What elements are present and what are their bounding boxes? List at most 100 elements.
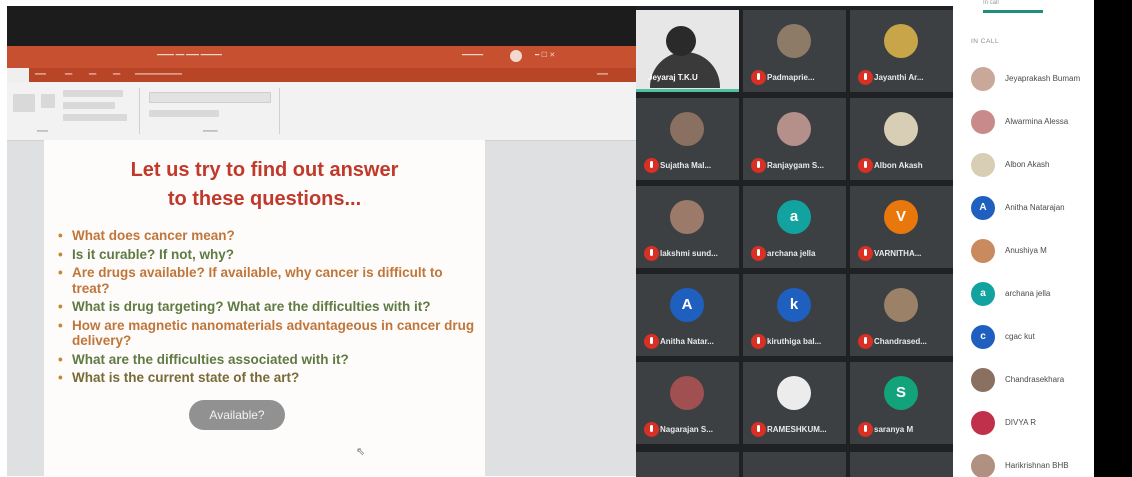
- ribbon-option[interactable]: [63, 102, 115, 109]
- participant-tile-partial[interactable]: [850, 452, 953, 477]
- avatar: [777, 112, 811, 146]
- people-list-item[interactable]: Anushiya M: [971, 236, 1094, 266]
- person-name: Harikrishnan BHB: [1005, 461, 1069, 470]
- people-list-item[interactable]: A Anitha Natarajan: [971, 193, 1094, 223]
- avatar: a: [777, 200, 811, 234]
- ribbon-option[interactable]: [63, 114, 127, 121]
- caption-tooltip: Available?: [189, 400, 285, 430]
- ribbon-separator: [279, 88, 280, 134]
- avatar: [971, 368, 995, 392]
- people-list-item[interactable]: a archana jella: [971, 279, 1094, 309]
- ribbon-checkbox[interactable]: [149, 110, 219, 117]
- ribbon-tab[interactable]: ━━: [89, 71, 96, 78]
- participant-tile[interactable]: Albon Akash: [850, 98, 953, 180]
- presenter-top-bar: [7, 6, 636, 46]
- participant-name: Albon Akash: [874, 161, 923, 170]
- mic-off-icon: [751, 70, 766, 85]
- people-list-item[interactable]: c cgac kut: [971, 322, 1094, 352]
- person-name: Chandrasekhara: [1005, 375, 1065, 384]
- mic-off-icon: [644, 334, 659, 349]
- bullet-item: • What is drug targeting? What are the di…: [58, 299, 476, 315]
- video-feed: [650, 52, 720, 88]
- avatar: V: [884, 200, 918, 234]
- in-call-section-label: IN CALL: [971, 38, 1000, 45]
- ribbon-tabs: ━━━ ━━ ━━ ━━ ━━━━━━━━━━━━━ ━━━: [7, 68, 636, 82]
- people-tab[interactable]: In call: [983, 0, 1043, 13]
- people-list-item[interactable]: Albon Akash: [971, 150, 1094, 180]
- person-name: Alwarmina Alessa: [1005, 117, 1069, 126]
- ribbon-button[interactable]: [13, 94, 35, 112]
- bullet-marker: •: [58, 317, 63, 333]
- participant-name: saranya M: [874, 425, 914, 434]
- window-controls-icon[interactable]: ━ ☐ ✕: [535, 51, 555, 59]
- participant-tile[interactable]: A Anitha Natar...: [636, 274, 739, 356]
- bullet-item: • What is the current state of the art?: [58, 370, 476, 386]
- bullet-item: • How are magnetic nanomaterials advantag…: [58, 318, 476, 349]
- participant-tile[interactable]: Padmaprie...: [743, 10, 846, 92]
- participant-name: Ranjaygam S...: [767, 161, 824, 170]
- bullet-item: • Is it curable? If not, why?: [58, 247, 476, 263]
- ribbon-tab[interactable]: ━━: [113, 71, 120, 78]
- person-name: Anitha Natarajan: [1005, 203, 1065, 212]
- bullet-marker: •: [58, 246, 63, 262]
- profile-icon[interactable]: [510, 50, 522, 62]
- avatar: A: [670, 288, 704, 322]
- people-list-item[interactable]: Harikrishnan BHB: [971, 451, 1094, 477]
- participant-tile-partial[interactable]: [636, 452, 739, 477]
- ribbon-button[interactable]: [41, 94, 55, 108]
- mic-off-icon: [858, 334, 873, 349]
- video-feed-face: [666, 26, 696, 56]
- participant-tile-self[interactable]: Jeyaraj T.K.U: [636, 10, 739, 92]
- avatar: k: [777, 288, 811, 322]
- participant-tile[interactable]: Sujatha Mal...: [636, 98, 739, 180]
- participant-tile[interactable]: a archana jella: [743, 186, 846, 268]
- participant-name: Padmaprie...: [767, 73, 815, 82]
- participant-tile[interactable]: k kiruthiga bal...: [743, 274, 846, 356]
- mic-off-icon: [858, 70, 873, 85]
- people-list-item[interactable]: Chandrasekhara: [971, 365, 1094, 395]
- avatar: S: [884, 376, 918, 410]
- avatar: c: [971, 325, 995, 349]
- participant-name: archana jella: [767, 249, 816, 258]
- people-list-item[interactable]: Jeyaprakash Bumam: [971, 64, 1094, 94]
- slide-title-line: Let us try to find out answer: [130, 159, 399, 181]
- person-name: Albon Akash: [1005, 160, 1050, 169]
- participant-tile[interactable]: Ranjaygam S...: [743, 98, 846, 180]
- ribbon-tab[interactable]: ━━━: [35, 71, 46, 78]
- people-list-item[interactable]: DIVYA R: [971, 408, 1094, 438]
- bullet-marker: •: [58, 299, 63, 314]
- participant-tile-partial[interactable]: [743, 452, 846, 477]
- account-blur: ━━━━━: [462, 52, 484, 59]
- participant-tile[interactable]: Jayanthi Ar...: [850, 10, 953, 92]
- participant-tile[interactable]: V VARNITHA...: [850, 186, 953, 268]
- avatar: [884, 288, 918, 322]
- bullet-text: What is drug targeting? What are the dif…: [72, 299, 431, 314]
- ribbon-tab-active[interactable]: [7, 68, 29, 82]
- meeting-window: ━━━━ ━━ ━━━ ━━━━━ ━━━━━ ━ ☐ ✕ ━━━ ━━ ━━ …: [0, 0, 1132, 477]
- mic-off-icon: [644, 158, 659, 173]
- avatar: [777, 24, 811, 58]
- slide-canvas: Let us try to find out answer to these q…: [44, 140, 485, 476]
- ribbon-option[interactable]: [63, 90, 123, 97]
- bullet-marker: •: [58, 351, 63, 367]
- bullet-text: Is it curable? If not, why?: [72, 246, 235, 262]
- participant-tile[interactable]: Chandrased...: [850, 274, 953, 356]
- participant-name: Anitha Natar...: [660, 337, 714, 346]
- right-edge-bar: [1094, 0, 1132, 477]
- tell-me-search[interactable]: ━━━━━━━━━━━━━: [135, 71, 182, 78]
- participant-name: Jayanthi Ar...: [874, 73, 924, 82]
- powerpoint-title-bar: ━━━━ ━━ ━━━ ━━━━━ ━━━━━ ━ ☐ ✕: [7, 46, 636, 68]
- participant-tile[interactable]: lakshmi sund...: [636, 186, 739, 268]
- share-button[interactable]: ━━━: [597, 71, 608, 78]
- participant-tile[interactable]: Nagarajan S...: [636, 362, 739, 444]
- ribbon-tab[interactable]: ━━: [65, 71, 72, 78]
- participant-tile[interactable]: RAMESHKUM...: [743, 362, 846, 444]
- participant-tile[interactable]: Ssaranya M: [850, 362, 953, 444]
- slide-title: Let us try to find out answer to these q…: [44, 156, 485, 214]
- bullet-text: What are the difficulties associated wit…: [72, 351, 349, 367]
- shared-screen: ━━━━ ━━ ━━━ ━━━━━ ━━━━━ ━ ☐ ✕ ━━━ ━━ ━━ …: [7, 6, 636, 476]
- ribbon-dropdown[interactable]: [149, 92, 271, 103]
- person-name: DIVYA R: [1005, 418, 1036, 427]
- people-list-item[interactable]: Alwarmina Alessa: [971, 107, 1094, 137]
- avatar: [971, 411, 995, 435]
